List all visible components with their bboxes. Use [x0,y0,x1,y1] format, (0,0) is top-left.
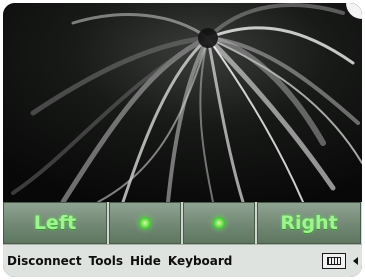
tools-menu[interactable]: Tools [89,254,123,268]
bottom-menu-bar: Disconnect Tools Hide Keyboard [3,244,362,277]
center-left-button[interactable] [109,202,181,244]
center-right-button[interactable] [183,202,255,244]
right-button[interactable]: Right [257,202,361,244]
arrow-left-icon[interactable] [353,257,358,265]
abstract-wallpaper [3,3,362,202]
keyboard-icon[interactable] [322,253,346,269]
hide-menu[interactable]: Hide [130,254,161,268]
keyboard-menu[interactable]: Keyboard [168,254,233,268]
green-dot-icon [213,217,225,229]
left-button[interactable]: Left [3,202,107,244]
control-button-row: Left Right [3,202,362,244]
green-dot-icon [139,217,151,229]
device-frame: Left Right Disconnect Tools Hide Keyboar… [3,3,362,277]
remote-screen-view[interactable] [3,3,362,202]
disconnect-menu[interactable]: Disconnect [7,254,82,268]
